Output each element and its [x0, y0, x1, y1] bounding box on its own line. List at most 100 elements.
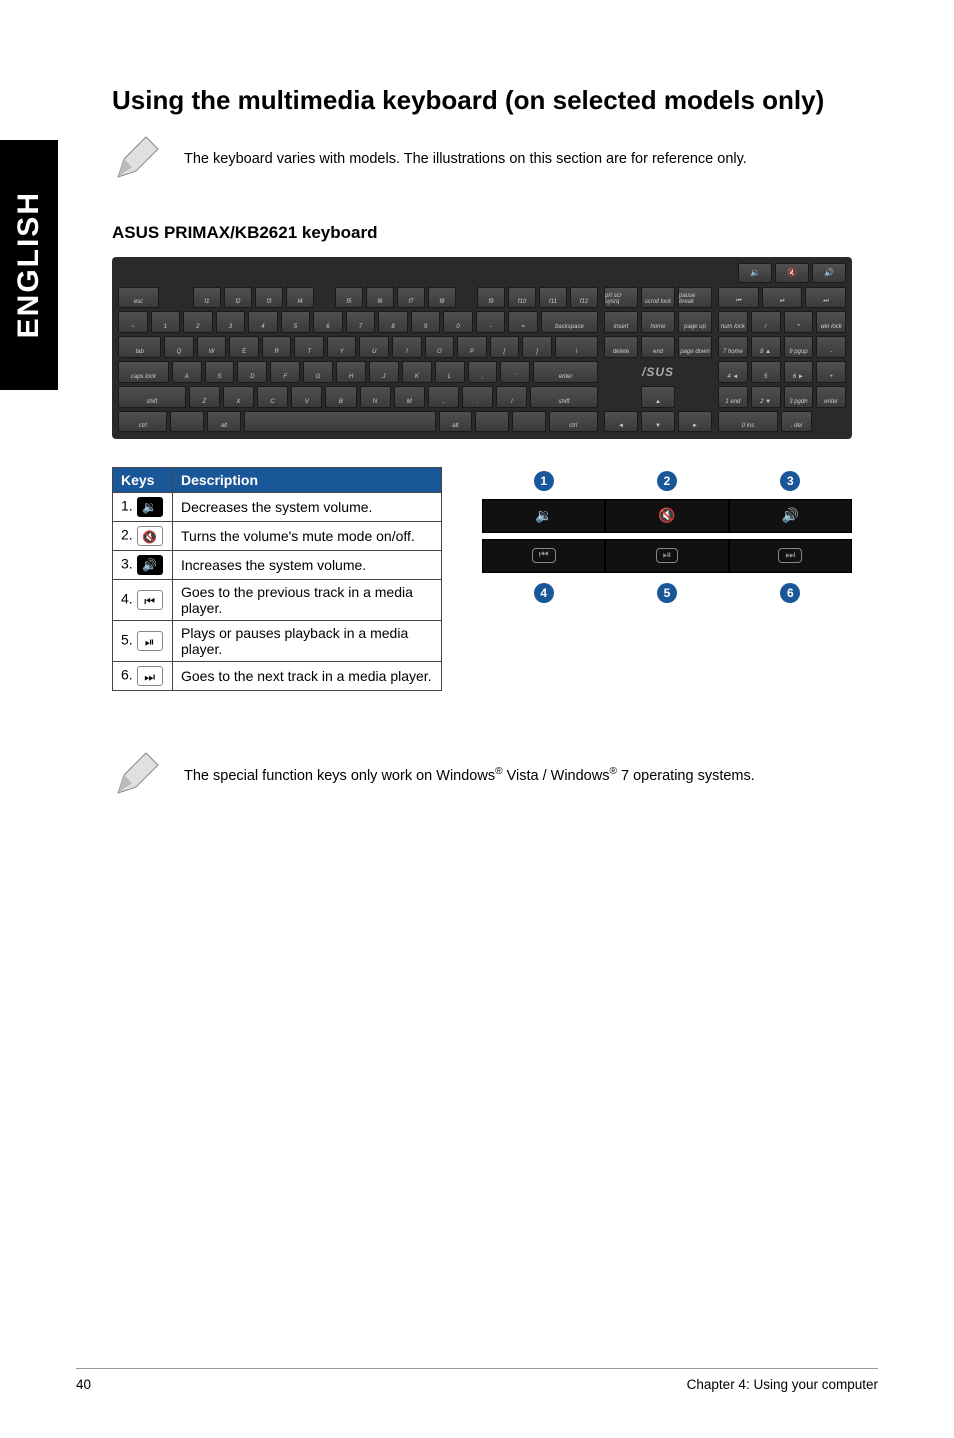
page-number: 40: [76, 1377, 91, 1392]
th-keys: Keys: [113, 467, 173, 492]
row-num: 5.: [121, 631, 133, 647]
kb-key: X: [223, 386, 254, 408]
kb-key: ctrl: [118, 411, 167, 433]
kb-key: f11: [539, 287, 567, 309]
callout-3: 3: [780, 471, 800, 491]
kb-key: enter: [533, 361, 598, 383]
keyboard-model-heading: ASUS PRIMAX/KB2621 keyboard: [112, 223, 852, 243]
kb-key: 1: [151, 311, 181, 333]
media-key-figure: 1 2 3 🔉 🔇 🔊 ⏮ ⏯ ⏭ 4 5 6: [482, 467, 852, 611]
kb-key: home: [641, 311, 675, 333]
note-1-text: The keyboard varies with models. The ill…: [184, 151, 747, 167]
kb-key: N: [360, 386, 391, 408]
kb-key: f2: [224, 287, 252, 309]
kb-key: ,: [428, 386, 459, 408]
row-num: 6.: [121, 666, 133, 682]
kb-key: U: [359, 336, 389, 358]
kb-key-space: [244, 411, 436, 433]
page-heading: Using the multimedia keyboard (on select…: [112, 84, 852, 117]
kb-key: F: [270, 361, 300, 383]
kb-key: f8: [428, 287, 456, 309]
kb-key: 0: [443, 311, 473, 333]
kb-key: caps lock: [118, 361, 169, 383]
kb-key: /: [751, 311, 781, 333]
callout-2: 2: [657, 471, 677, 491]
kb-key: D: [237, 361, 267, 383]
kb-key: 0 ins: [718, 411, 778, 433]
kb-key: tab: [118, 336, 161, 358]
kb-key: W: [197, 336, 227, 358]
panel-volup: 🔊: [729, 499, 852, 533]
table-row: 4.⏮ Goes to the previous track in a medi…: [113, 579, 442, 620]
kb-key: f12: [570, 287, 598, 309]
media-key-table: Keys Description 1.🔉 Decreases the syste…: [112, 467, 442, 691]
kb-key: +: [816, 361, 846, 383]
kb-key: page down: [678, 336, 712, 358]
row-num: 1.: [121, 497, 133, 513]
row-num: 3.: [121, 555, 133, 571]
kb-key: [512, 411, 546, 433]
next-track-icon: ⏭: [137, 666, 163, 686]
kb-key: 6: [313, 311, 343, 333]
kb-key: ': [500, 361, 530, 383]
row-desc: Decreases the system volume.: [173, 492, 442, 521]
kb-key: 8: [378, 311, 408, 333]
kb-key: backspace: [541, 311, 598, 333]
page-footer: 40 Chapter 4: Using your computer: [76, 1368, 878, 1392]
kb-key: 2 ▼: [751, 386, 781, 408]
kb-key: A: [172, 361, 202, 383]
row-num: 2.: [121, 526, 133, 542]
kb-key: 7 home: [718, 336, 748, 358]
kb-key: ►: [678, 411, 712, 433]
note-2-text: The special function keys only work on W…: [184, 766, 755, 784]
kb-key: .: [462, 386, 493, 408]
kb-media-volup: 🔊: [812, 263, 846, 283]
kb-key: page up: [678, 311, 712, 333]
kb-key: 6 ►: [784, 361, 814, 383]
kb-key: end: [641, 336, 675, 358]
kb-key: T: [294, 336, 324, 358]
kb-key: V: [291, 386, 322, 408]
kb-key: ;: [468, 361, 498, 383]
kb-key: -: [816, 336, 846, 358]
kb-key: . del: [781, 411, 812, 433]
kb-key: ⏮: [718, 287, 759, 309]
kb-key: C: [257, 386, 288, 408]
row-desc: Turns the volume's mute mode on/off.: [173, 521, 442, 550]
table-row: 6.⏭ Goes to the next track in a media pl…: [113, 661, 442, 690]
kb-key: f9: [477, 287, 505, 309]
kb-key: Y: [327, 336, 357, 358]
kb-key: enter: [816, 386, 846, 408]
kb-key: ▲: [641, 386, 675, 408]
kb-key: scroll lock: [641, 287, 675, 309]
kb-key: alt: [439, 411, 473, 433]
kb-key: insert: [604, 311, 638, 333]
kb-key: K: [402, 361, 432, 383]
callout-5: 5: [657, 583, 677, 603]
kb-key: f7: [397, 287, 425, 309]
play-pause-icon: ⏯: [137, 631, 163, 651]
kb-media-voldown: 🔉: [738, 263, 772, 283]
kb-key: 5: [751, 361, 781, 383]
kb-key: L: [435, 361, 465, 383]
kb-key: 8 ▲: [751, 336, 781, 358]
kb-key: delete: [604, 336, 638, 358]
kb-key: 5: [281, 311, 311, 333]
row-num: 4.: [121, 590, 133, 606]
language-tab-label: ENGLISH: [12, 191, 46, 338]
kb-key: *: [784, 311, 814, 333]
kb-key: E: [229, 336, 259, 358]
prev-track-icon: ⏮: [137, 590, 163, 610]
kb-key: Z: [189, 386, 220, 408]
table-row: 1.🔉 Decreases the system volume.: [113, 492, 442, 521]
kb-key: [: [490, 336, 520, 358]
kb-key: f1: [193, 287, 221, 309]
pencil-icon: [112, 751, 160, 799]
panel-mute: 🔇: [605, 499, 728, 533]
kb-key: Q: [164, 336, 194, 358]
kb-key: f5: [335, 287, 363, 309]
kb-key: \: [555, 336, 598, 358]
kb-key: f10: [508, 287, 536, 309]
callout-1: 1: [534, 471, 554, 491]
kb-key: pause break: [678, 287, 712, 309]
